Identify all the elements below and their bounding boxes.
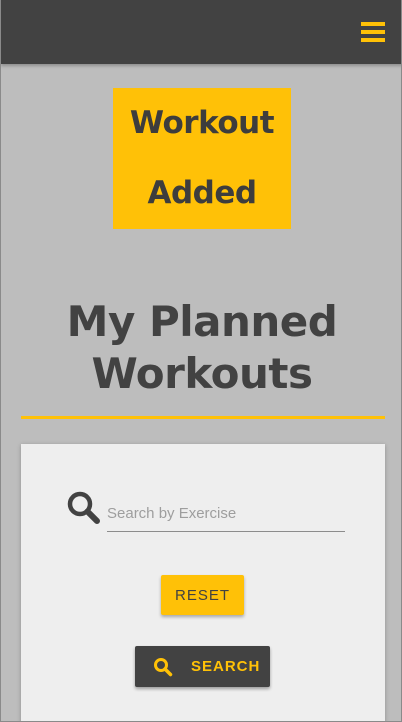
page-title: My Planned Workouts [1, 296, 401, 400]
search-button-icon [153, 657, 173, 677]
search-card: RESET SEARCH [21, 444, 385, 721]
notice-line-2: Added [147, 175, 257, 211]
reset-button[interactable]: RESET [161, 575, 244, 615]
page-title-line-2: Workouts [91, 349, 313, 398]
search-button[interactable]: SEARCH [135, 646, 270, 687]
search-button-label: SEARCH [191, 658, 261, 675]
hamburger-menu-icon[interactable] [359, 18, 387, 46]
app-page: Workout Added My Planned Workouts RESET … [0, 0, 402, 722]
workout-added-notice: Workout Added [113, 88, 291, 229]
search-icon [66, 490, 102, 526]
exercise-search-input[interactable] [107, 496, 345, 532]
top-app-bar [1, 0, 401, 64]
title-divider [21, 416, 385, 419]
page-title-line-1: My Planned [66, 297, 338, 346]
notice-line-1: Workout [129, 105, 275, 141]
